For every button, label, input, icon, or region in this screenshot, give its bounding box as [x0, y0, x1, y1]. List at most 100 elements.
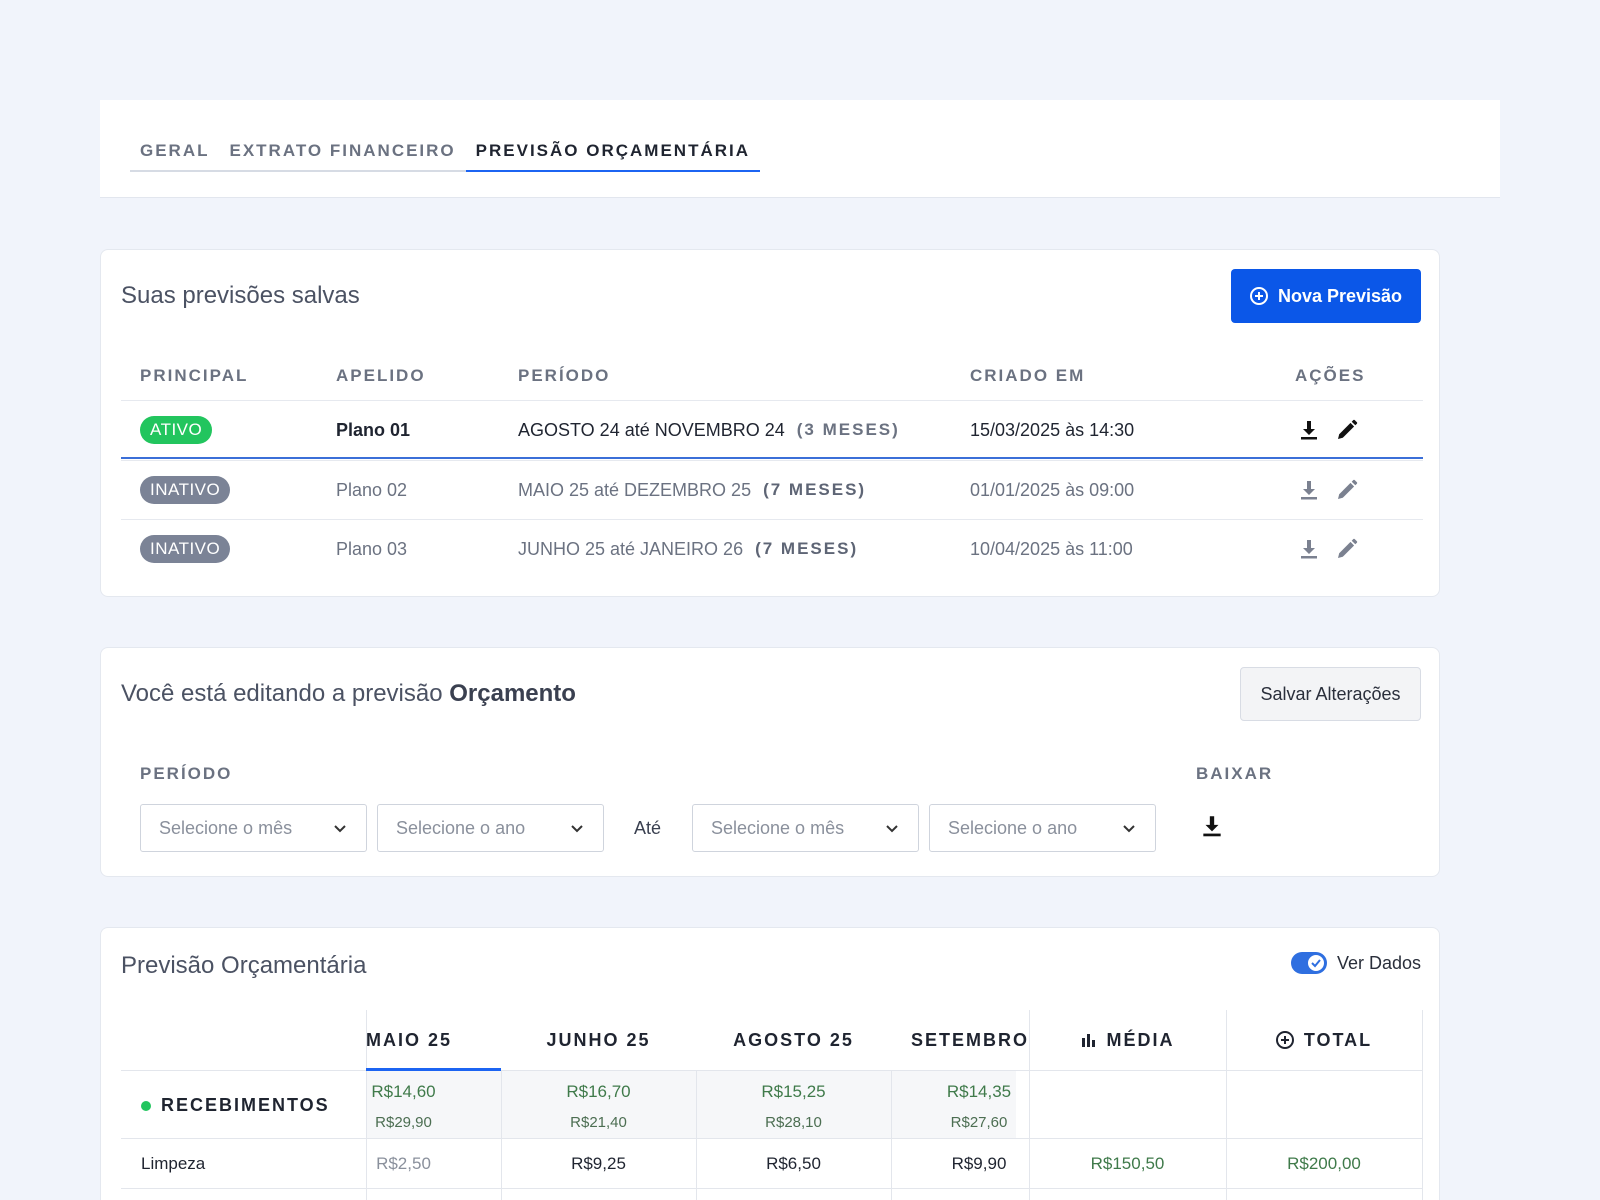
table-row[interactable]: ATIVO Plano 01 AGOSTO 24 até NOVEMBRO 24…: [121, 400, 1423, 459]
download-icon[interactable]: [1296, 477, 1322, 503]
column-header-total[interactable]: TOTAL: [1226, 1010, 1422, 1070]
limpeza-label: Limpeza: [141, 1154, 206, 1173]
divider: [121, 1070, 1423, 1071]
receipt-value[interactable]: R$16,70: [501, 1082, 696, 1102]
bar-chart-icon: [1081, 1034, 1095, 1047]
header-criado-em: CRIADO EM: [970, 366, 1086, 385]
new-forecast-button[interactable]: Nova Previsão: [1231, 269, 1421, 323]
view-data-toggle-wrap: Ver Dados: [1290, 952, 1421, 974]
receipt-subvalue: R$28,10: [765, 1114, 822, 1131]
receipt-subvalue: R$29,90: [375, 1114, 432, 1131]
status-badge: INATIVO: [140, 476, 231, 504]
green-dot-icon: [141, 1100, 151, 1111]
column-header-media[interactable]: MÉDIA: [1029, 1010, 1226, 1070]
limpeza-value[interactable]: R$2,50: [366, 1154, 441, 1174]
download-icon[interactable]: [1296, 417, 1322, 443]
start-year-select[interactable]: Selecione o ano: [377, 804, 604, 852]
plan-period: MAIO 25 até DEZEMBRO 25: [518, 479, 752, 500]
period-label: PERÍODO: [140, 764, 233, 783]
receipt-subvalue: R$21,40: [570, 1114, 627, 1131]
plan-name: Plano 01: [336, 419, 411, 440]
saved-table-header: PRINCIPAL APELIDO PERÍODO CRIADO EM AÇÕE…: [101, 366, 1439, 396]
table-row[interactable]: INATIVO Plano 03 JUNHO 25 até JANEIRO 26…: [121, 519, 1423, 578]
editing-title: Você está editando a previsão Orçamento: [121, 680, 576, 708]
start-year-placeholder: Selecione o ano: [396, 817, 526, 838]
budget-title: Previsão Orçamentária: [121, 952, 367, 979]
column-header-junho[interactable]: JUNHO 25: [501, 1010, 696, 1070]
end-month-select[interactable]: Selecione o mês: [692, 804, 919, 852]
column-header-agosto[interactable]: AGOSTO 25: [696, 1010, 891, 1070]
check-icon: [1311, 959, 1321, 968]
chevron-down-icon: [886, 825, 898, 833]
pencil-icon[interactable]: [1334, 417, 1360, 443]
until-label: Até: [634, 818, 662, 838]
plan-name: Plano 02: [336, 479, 408, 500]
receipts-label: RECEBIMENTOS: [141, 1095, 330, 1116]
limpeza-media: R$150,50: [1090, 1154, 1165, 1173]
saved-forecasts-title: Suas previsões salvas: [121, 282, 360, 309]
plan-created: 10/04/2025 às 11:00: [970, 538, 1133, 559]
table-row[interactable]: INATIVO Plano 02 MAIO 25 até DEZEMBRO 25…: [121, 460, 1423, 519]
receipt-value[interactable]: R$15,25: [696, 1082, 891, 1102]
start-month-placeholder: Selecione o mês: [159, 817, 293, 838]
download-icon[interactable]: [1199, 813, 1225, 844]
plan-months: (3 MESES): [796, 420, 900, 439]
plus-circle-icon: [1249, 287, 1268, 305]
download-label: BAIXAR: [1196, 764, 1274, 783]
plan-created: 01/01/2025 às 09:00: [970, 479, 1135, 500]
status-badge: INATIVO: [140, 535, 231, 563]
chevron-down-icon: [1123, 825, 1135, 833]
header-periodo: PERÍODO: [518, 366, 611, 385]
total-label: TOTAL: [1303, 1029, 1373, 1050]
saved-forecasts-card: Suas previsões salvas Nova Previsão PRIN…: [100, 249, 1440, 597]
start-month-select[interactable]: Selecione o mês: [140, 804, 367, 852]
end-year-select[interactable]: Selecione o ano: [929, 804, 1156, 852]
end-year-placeholder: Selecione o ano: [948, 817, 1078, 838]
divider: [121, 1188, 1423, 1189]
divider: [1422, 1010, 1423, 1200]
media-label: MÉDIA: [1106, 1029, 1175, 1050]
plan-period: JUNHO 25 até JANEIRO 26: [518, 538, 744, 559]
receipt-subvalue: R$27,60: [950, 1114, 1008, 1131]
editing-forecast-name: Orçamento: [449, 680, 576, 707]
plan-months: (7 MESES): [763, 480, 867, 499]
status-badge: ATIVO: [140, 416, 213, 444]
budget-forecast-card: Previsão Orçamentária Ver Dados MAIO 25 …: [100, 927, 1440, 1200]
header-apelido: APELIDO: [336, 366, 426, 385]
tab-previsao-orcamentaria[interactable]: PREVISÃO ORÇAMENTÁRIA: [465, 138, 761, 172]
limpeza-total: R$200,00: [1287, 1154, 1361, 1173]
tab-extrato-financeiro[interactable]: EXTRATO FINANCEIRO: [220, 138, 466, 172]
new-forecast-label: Nova Previsão: [1277, 285, 1403, 306]
editing-prefix: Você está editando a previsão: [121, 680, 443, 707]
plus-circle-icon: [1275, 1031, 1294, 1049]
view-data-label: Ver Dados: [1336, 952, 1421, 973]
pencil-icon[interactable]: [1334, 477, 1360, 503]
tab-bar: GERAL EXTRATO FINANCEIRO PREVISÃO ORÇAME…: [130, 138, 761, 172]
column-header-maio[interactable]: MAIO 25: [366, 1010, 501, 1070]
save-changes-button[interactable]: Salvar Alterações: [1240, 667, 1421, 721]
limpeza-value[interactable]: R$6,50: [696, 1154, 891, 1174]
column-header-setembro[interactable]: SETEMBRO: [911, 1010, 1029, 1070]
plan-name: Plano 03: [336, 538, 408, 559]
receipts-text: RECEBIMENTOS: [161, 1095, 330, 1115]
plan-created: 15/03/2025 às 14:30: [970, 419, 1135, 440]
chevron-down-icon: [571, 825, 583, 833]
plan-months: (7 MESES): [755, 539, 859, 558]
limpeza-value[interactable]: R$9,90: [929, 1154, 1029, 1174]
receipt-value[interactable]: R$14,35: [929, 1082, 1029, 1102]
divider: [121, 1138, 1423, 1139]
divider: [891, 1070, 892, 1200]
view-data-toggle[interactable]: [1290, 952, 1327, 974]
tab-geral[interactable]: GERAL: [130, 138, 220, 172]
editing-card: Você está editando a previsão Orçamento …: [100, 647, 1440, 877]
pencil-icon[interactable]: [1334, 536, 1360, 562]
tabs-card: GERAL EXTRATO FINANCEIRO PREVISÃO ORÇAME…: [100, 100, 1500, 198]
download-icon[interactable]: [1296, 536, 1322, 562]
chevron-down-icon: [334, 825, 346, 833]
budget-grid: MAIO 25 JUNHO 25 AGOSTO 25 SETEMBRO MÉDI…: [121, 1010, 1423, 1200]
plan-period: AGOSTO 24 até NOVEMBRO 24: [518, 419, 785, 440]
receipt-value[interactable]: R$14,60: [366, 1082, 441, 1102]
header-principal: PRINCIPAL: [140, 366, 249, 385]
end-month-placeholder: Selecione o mês: [711, 817, 845, 838]
limpeza-value[interactable]: R$9,25: [501, 1154, 696, 1174]
